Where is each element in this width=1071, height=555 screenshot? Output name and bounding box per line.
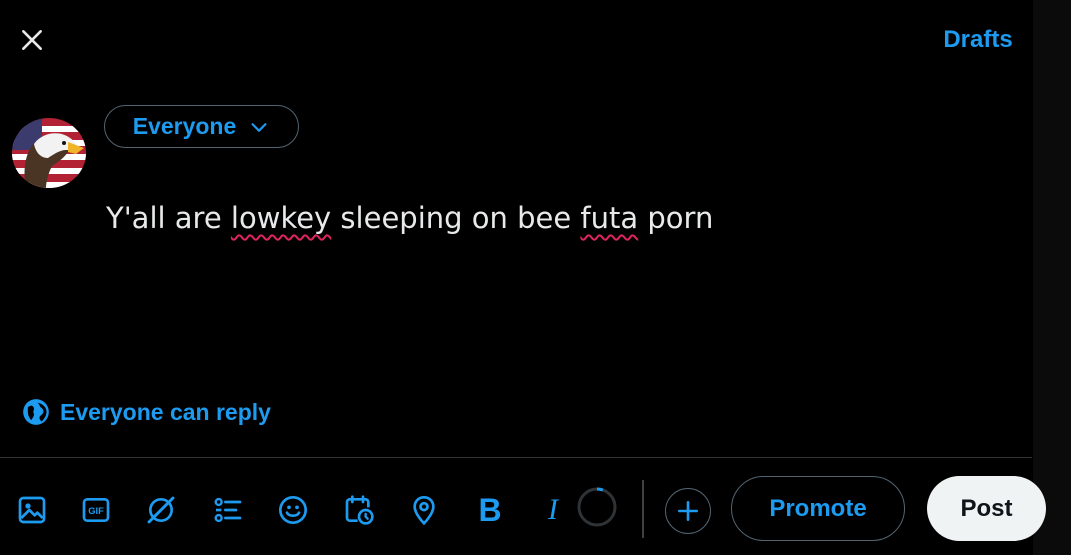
plus-icon [678, 501, 698, 521]
svg-text:GIF: GIF [88, 506, 104, 516]
bold-button[interactable]: B [468, 488, 512, 532]
bold-icon: B [478, 491, 502, 528]
close-icon [22, 30, 42, 50]
globe-icon [23, 399, 49, 425]
italic-icon: I [548, 493, 558, 526]
audience-selector[interactable]: Everyone [104, 105, 299, 148]
drafts-button[interactable]: Drafts [928, 24, 1028, 56]
promote-button[interactable]: Promote [731, 476, 905, 541]
add-post-button[interactable] [665, 488, 711, 534]
location-button[interactable] [402, 488, 446, 532]
eagle-flag-avatar-image [12, 118, 86, 188]
schedule-icon [345, 495, 374, 525]
poll-icon [214, 497, 242, 523]
media-button[interactable] [10, 488, 54, 532]
audience-label: Everyone [132, 113, 237, 139]
misspelled-word: lowkey [230, 201, 332, 235]
chevron-down-icon [251, 122, 267, 132]
gif-button[interactable]: GIF [74, 488, 118, 532]
italic-button[interactable]: I [531, 488, 575, 532]
emoji-icon [279, 496, 307, 524]
media-icon [18, 496, 46, 524]
toolbar-separator [642, 480, 644, 538]
compose-toolbar: GIF B I [0, 484, 1071, 536]
grok-icon [147, 496, 175, 524]
character-count-progress [577, 487, 617, 527]
avatar[interactable] [12, 118, 86, 188]
scrollbar-track[interactable] [1033, 0, 1071, 555]
reply-settings-label: Everyone can reply [60, 398, 271, 425]
close-button[interactable] [14, 22, 50, 58]
grok-button[interactable] [139, 488, 183, 532]
post-button[interactable]: Post [927, 476, 1046, 541]
text-segment: Y'all are [106, 201, 231, 235]
poll-button[interactable] [206, 488, 250, 532]
gif-icon: GIF [82, 498, 110, 522]
compose-textarea[interactable]: Y'all are lowkey sleeping on bee futa po… [106, 196, 986, 240]
toolbar-divider [0, 457, 1032, 458]
emoji-button[interactable] [271, 488, 315, 532]
reply-settings-button[interactable]: Everyone can reply [22, 398, 271, 426]
schedule-button[interactable] [337, 488, 381, 532]
text-segment: sleeping on bee [331, 201, 581, 235]
text-segment: porn [638, 201, 714, 235]
misspelled-word: futa [580, 201, 639, 235]
location-pin-icon [413, 495, 435, 526]
compose-modal: Drafts Everyone Y'all are lowkey sleepin… [0, 0, 1071, 555]
